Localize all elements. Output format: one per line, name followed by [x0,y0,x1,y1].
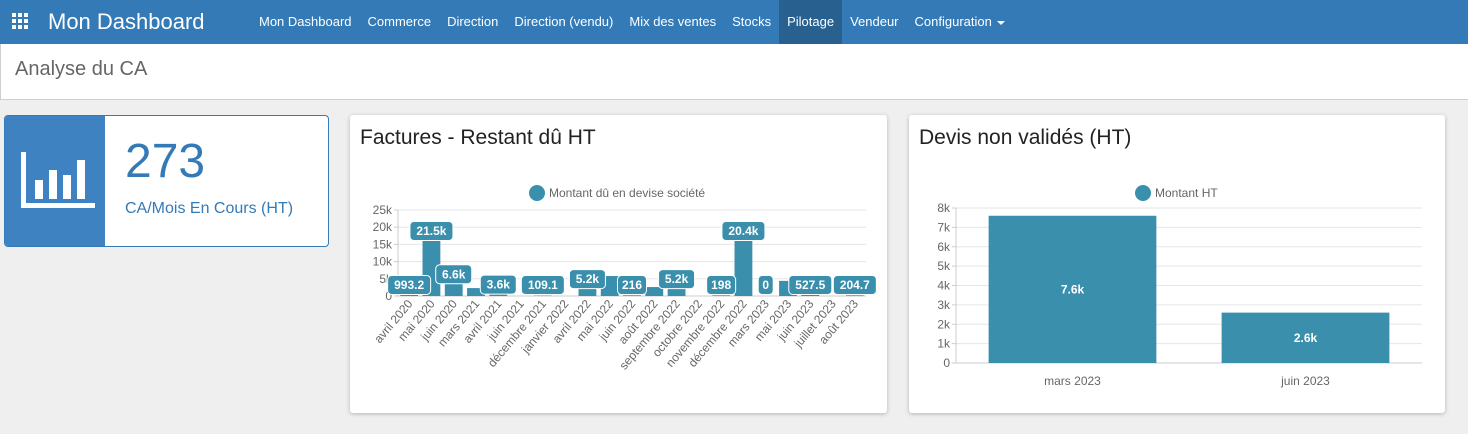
y-tick-label: 25k [373,203,393,217]
data-label: 3.6k [487,278,511,292]
data-label: 2.6k [1294,331,1318,345]
data-label: 109.1 [528,278,558,292]
data-label: 5.2k [665,272,689,286]
nav-item-mix-des-ventes[interactable]: Mix des ventes [621,0,724,44]
devis-bar-chart: Montant HT 0 1k 2k 3k 4k 5k 6k 7k 8k mars 2023 juin… [937,185,1422,388]
data-label: 5.2k [576,272,600,286]
nav-item-configuration[interactable]: Configuration [907,0,1013,44]
nav-item-commerce[interactable]: Commerce [360,0,440,44]
bar-chart-icon [21,152,95,208]
stat-card-ca-mois: 273 CA/Mois En Cours (HT) [4,115,329,247]
legend-label: Montant HT [1155,186,1218,200]
bar[interactable] [623,295,641,296]
y-tick-label: 6k [937,240,951,254]
data-label: 7.6k [1061,282,1085,296]
data-label: 0 [762,278,769,292]
y-tick-label: 15k [373,237,393,251]
page-header: Analyse du CA [0,44,1468,100]
panel-devis-non-valides: Devis non validés (HT) Montant HT 0 1k 2k 3k… [909,115,1445,413]
y-tick-label: 10k [373,255,393,269]
nav-item-direction-vendu[interactable]: Direction (vendu) [506,0,621,44]
y-tick-label: 4k [937,279,951,293]
data-label: 21.5k [416,224,446,238]
nav-item-pilotage[interactable]: Pilotage [779,0,843,44]
nav-item-vendeur[interactable]: Vendeur [842,0,906,44]
nav-item-mon-dashboard[interactable]: Mon Dashboard [251,0,360,44]
legend-marker [1135,185,1151,201]
y-tick-label: 1k [937,337,951,351]
caret-down-icon [996,20,1005,25]
page-title: Analyse du CA [15,58,148,80]
y-tick-label: 0 [943,356,950,370]
data-label: 216 [622,278,642,292]
legend-label: Montant dû en devise société [549,186,705,200]
y-tick-label: 5k [937,259,951,273]
nav-item-configuration-label: Configuration [914,14,992,29]
apps-grid-icon[interactable] [12,13,30,31]
y-tick-label: 20k [373,220,393,234]
y-tick-label: 7k [937,220,951,234]
brand-title[interactable]: Mon Dashboard [48,8,205,36]
y-tick-label: 3k [937,298,951,312]
bar[interactable] [845,295,864,296]
x-tick-label: juin 2023 [1280,374,1330,388]
data-label: 527.5 [795,278,825,292]
nav-item-direction[interactable]: Direction [439,0,506,44]
nav-menu: Mon Dashboard Commerce Direction Directi… [251,0,1013,44]
data-label: 204.7 [840,278,870,292]
stat-value: 273 [125,135,206,188]
top-navbar: Mon Dashboard Mon Dashboard Commerce Dir… [0,0,1468,44]
x-tick-label: mars 2023 [1044,374,1101,388]
data-label: 993.2 [394,278,424,292]
data-label: 6.6k [442,267,466,281]
panel-factures-restant-du: Factures - Restant dû HT Montant dû en d… [350,115,887,413]
bar[interactable] [712,295,731,296]
data-label: 20.4k [728,224,758,238]
factures-bar-chart: Montant dû en devise société05k10k15k20k… [371,185,877,372]
stat-icon-box [5,116,105,246]
data-label: 198 [711,278,731,292]
nav-item-stocks[interactable]: Stocks [724,0,779,44]
stat-label: CA/Mois En Cours (HT) [125,200,294,217]
legend-marker [529,185,545,201]
y-tick-label: 2k [937,317,951,331]
y-tick-label: 8k [937,201,951,215]
